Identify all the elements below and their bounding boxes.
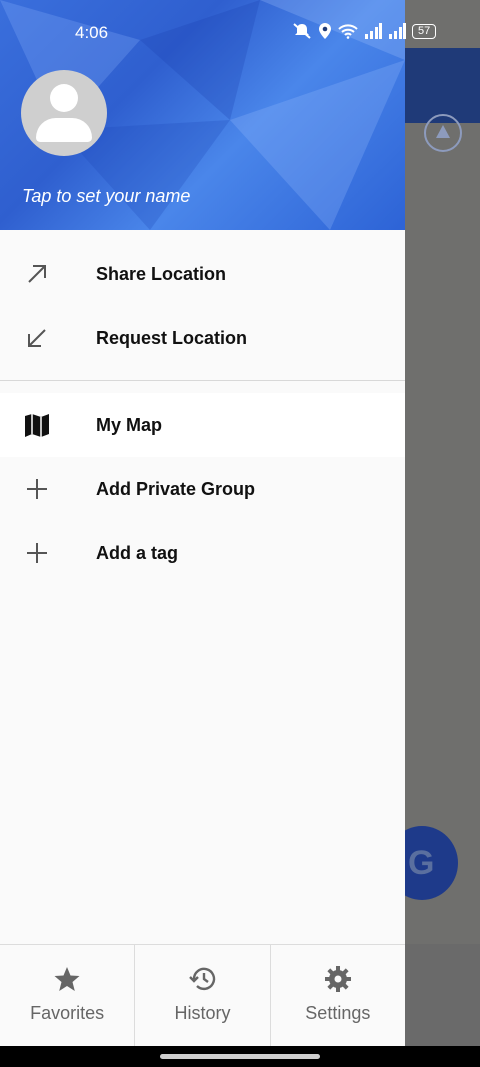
add-private-group-item[interactable]: Add Private Group xyxy=(0,457,405,521)
my-map-item[interactable]: My Map xyxy=(0,393,405,457)
status-icons: 57 xyxy=(292,22,437,40)
set-name-link[interactable]: Tap to set your name xyxy=(22,186,190,207)
navigation-drawer: Tap to set your name Share Location Requ… xyxy=(0,0,405,1047)
add-private-group-label: Add Private Group xyxy=(96,478,256,499)
history-icon xyxy=(187,965,217,998)
wifi-icon xyxy=(338,24,358,39)
settings-button[interactable]: Settings xyxy=(271,945,405,1047)
battery-indicator: 57 xyxy=(412,23,437,39)
request-location-item[interactable]: Request Location xyxy=(0,306,405,370)
arrow-up-right-icon xyxy=(24,261,50,287)
location-pin-icon xyxy=(319,23,331,39)
history-label: History xyxy=(174,1003,231,1023)
favorites-button[interactable]: Favorites xyxy=(0,945,136,1047)
map-icon xyxy=(24,412,50,438)
avatar[interactable] xyxy=(21,70,107,156)
history-button[interactable]: History xyxy=(135,945,271,1047)
g-logo-icon: G xyxy=(408,844,435,882)
signal-icon-1 xyxy=(365,23,382,39)
home-gesture-handle[interactable] xyxy=(160,1054,320,1059)
mute-bell-icon xyxy=(293,23,311,39)
system-navigation-bar xyxy=(0,1046,480,1067)
request-location-label: Request Location xyxy=(96,327,248,348)
plus-icon xyxy=(24,476,50,502)
plus-icon xyxy=(24,540,50,566)
star-icon xyxy=(53,965,81,998)
gear-icon xyxy=(324,965,352,998)
add-tag-item[interactable]: Add a tag xyxy=(0,521,405,585)
my-map-label: My Map xyxy=(96,414,163,435)
arrow-down-left-icon xyxy=(24,325,50,351)
menu-divider xyxy=(0,380,405,381)
signal-icon-2 xyxy=(389,23,406,39)
settings-label: Settings xyxy=(305,1003,371,1023)
navigation-arrow-button[interactable] xyxy=(424,114,462,152)
share-location-label: Share Location xyxy=(96,263,227,284)
avatar-shoulders xyxy=(36,118,92,142)
share-location-item[interactable]: Share Location xyxy=(0,242,405,306)
avatar-head xyxy=(50,84,78,112)
favorites-label: Favorites xyxy=(30,1003,105,1023)
navigation-arrow-icon xyxy=(436,125,450,138)
status-time: 4:06 xyxy=(75,23,109,42)
add-tag-label: Add a tag xyxy=(96,542,179,563)
drawer-footer: Favorites History Settings xyxy=(0,944,405,1047)
status-bar: 4:06 57 xyxy=(0,0,480,48)
